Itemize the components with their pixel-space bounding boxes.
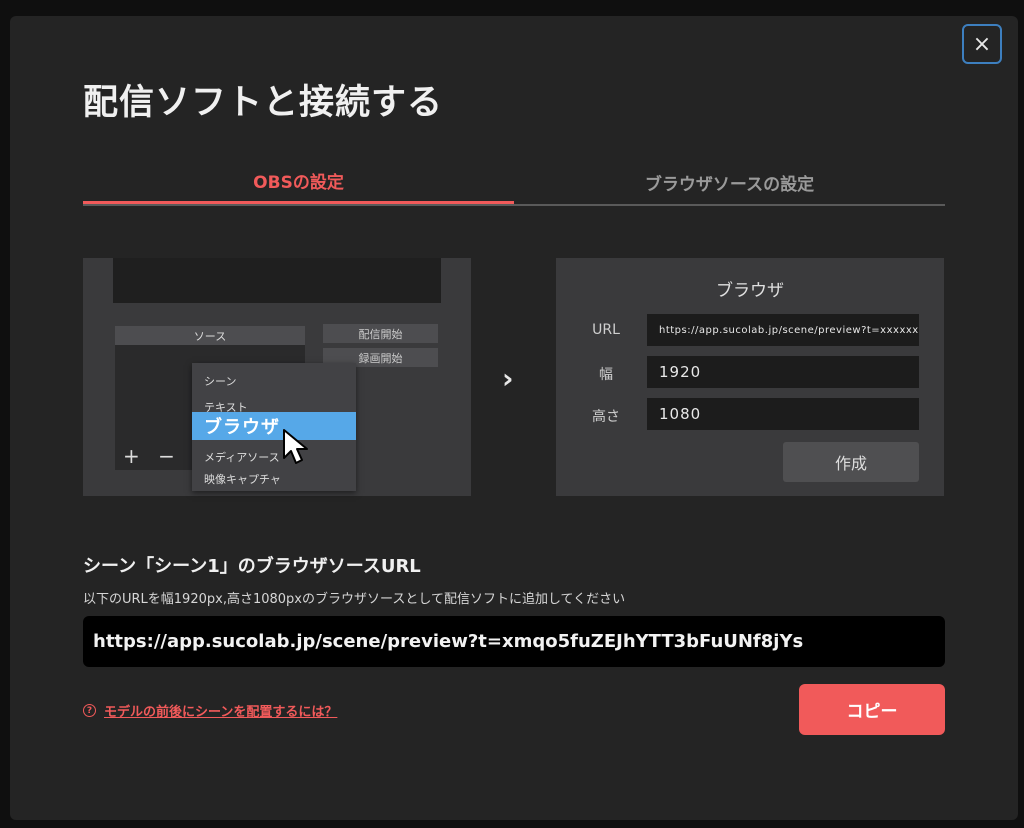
menu-item-scene: シーン bbox=[204, 375, 237, 388]
dialog-title: 配信ソフトと接続する bbox=[83, 83, 444, 123]
instructions-text: 以下のURLを幅1920px,高さ1080pxのブラウザソースとして配信ソフトに… bbox=[83, 592, 626, 607]
add-remove-icons: + − bbox=[123, 444, 181, 468]
mouse-pointer-icon bbox=[283, 429, 308, 464]
tab-bar: OBSの設定 ブラウザソースの設定 bbox=[83, 160, 945, 206]
browser-source-illustration: ブラウザ URL https://app.sucolab.jp/scene/pr… bbox=[556, 258, 944, 496]
chevron-right-icon: › bbox=[502, 362, 514, 395]
height-field-sample: 1080 bbox=[647, 398, 919, 430]
question-circle-icon: ? bbox=[83, 704, 96, 717]
menu-item-video-capture: 映像キャプチャ bbox=[204, 473, 281, 486]
close-button[interactable]: × bbox=[962, 24, 1002, 64]
browser-source-url-field[interactable]: https://app.sucolab.jp/scene/preview?t=x… bbox=[83, 616, 945, 667]
menu-item-media-source: メディアソース bbox=[204, 451, 280, 464]
url-field-sample: https://app.sucolab.jp/scene/preview?t=x… bbox=[647, 314, 919, 346]
url-label: URL bbox=[592, 322, 620, 338]
height-label: 高さ bbox=[592, 409, 620, 425]
add-source-menu: シーン テキスト ブラウザ メディアソース 映像キャプチャ bbox=[192, 363, 356, 491]
browser-source-url-heading: シーン「シーン1」のブラウザソースURL bbox=[83, 556, 421, 577]
obs-illustration: ソース 配信開始 録画開始 + − シーン テキスト ブラウザ メディアソース … bbox=[83, 258, 471, 496]
tab-browser-source-settings[interactable]: ブラウザソースの設定 bbox=[514, 160, 945, 204]
width-field-sample: 1920 bbox=[647, 356, 919, 388]
close-icon: × bbox=[972, 31, 992, 57]
tab-obs-settings[interactable]: OBSの設定 bbox=[83, 160, 514, 204]
sources-header: ソース bbox=[115, 326, 305, 345]
obs-preview-area bbox=[113, 258, 441, 303]
create-button-sample: 作成 bbox=[783, 442, 919, 482]
start-stream-label: 配信開始 bbox=[323, 324, 438, 343]
browser-dialog-title: ブラウザ bbox=[716, 281, 784, 301]
help-link[interactable]: ? モデルの前後にシーンを配置するには？ bbox=[83, 701, 337, 720]
copy-button[interactable]: コピー bbox=[799, 684, 945, 735]
width-label: 幅 bbox=[599, 367, 613, 383]
help-link-text: モデルの前後にシーンを配置するには？ bbox=[104, 705, 338, 720]
menu-item-browser-selected: ブラウザ bbox=[192, 412, 356, 440]
